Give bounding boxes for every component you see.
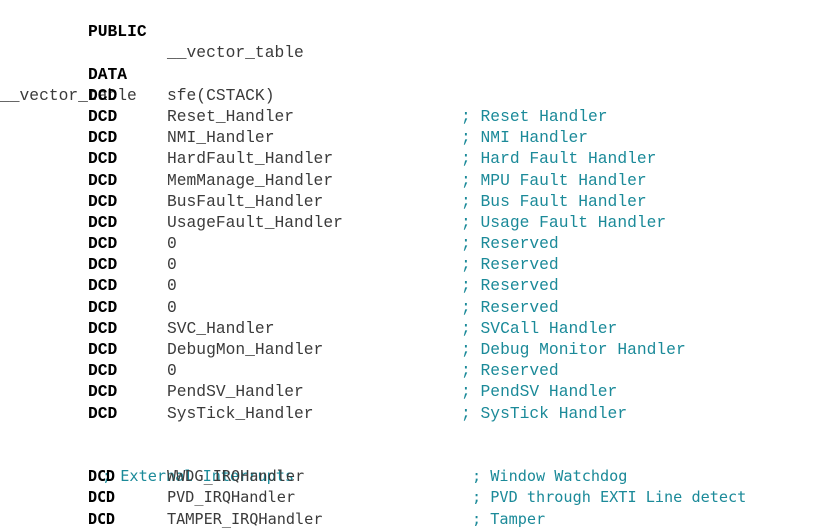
directive-dcd: DCD: [88, 234, 118, 254]
code-line: DCD BusFault_Handler ; Bus Fault Handler: [0, 191, 831, 212]
vector-operand: UsageFault_Handler: [167, 212, 343, 232]
vector-comment: ; Bus Fault Handler: [461, 191, 647, 211]
vector-comment: ; Usage Fault Handler: [461, 212, 667, 232]
directive-dcd: DCD: [88, 106, 118, 126]
code-line: DCD WWDG_IRQHandler ; Window Watchdog: [0, 466, 831, 487]
code-line: DCD PVD_IRQHandler ; PVD through EXTI Line…: [0, 487, 831, 508]
vector-operand: DebugMon_Handler: [167, 340, 324, 359]
vector-operand: BusFault_Handler: [167, 191, 324, 211]
code-line-label: __vector_table: [0, 64, 831, 105]
code-line-public: PUBLIC __vector_table: [0, 0, 831, 62]
vector-comment: ; Debug Monitor Handler: [461, 340, 686, 359]
code-line: DCD PendSV_Handler ; PendSV Handler: [0, 381, 831, 402]
vector-comment: ; SVCall Handler: [461, 318, 618, 338]
directive-dcd: DCD: [88, 276, 118, 296]
vector-operand: SVC_Handler: [167, 318, 275, 338]
vector-comment: ; Reset Handler: [461, 106, 608, 126]
code-line: DCD HardFault_Handler ; Hard Fault Handler: [0, 148, 831, 169]
vector-comment: ; PendSV Handler: [461, 382, 618, 402]
directive-dcd: DCD: [88, 297, 118, 317]
vector-operand: HardFault_Handler: [167, 149, 334, 169]
external-vector-block: DCD WWDG_IRQHandler ; Window Watchdog DCD PV…: [0, 466, 831, 530]
directive-dcd: DCD: [88, 340, 118, 359]
vector-operand: 0: [167, 255, 177, 275]
directive-dcd: DCD: [88, 361, 118, 381]
directive-dcd: DCD: [88, 382, 118, 402]
vector-operand: SysTick_Handler: [167, 403, 314, 423]
code-line: DCD 0 ; Reserved: [0, 360, 831, 381]
vector-operand: Reset_Handler: [167, 106, 295, 126]
directive-public: PUBLIC: [88, 22, 147, 42]
vector-comment: ; Reserved: [461, 361, 559, 381]
vector-comment: ; Window Watchdog: [472, 467, 628, 486]
directive-dcd: DCD: [88, 85, 118, 105]
vector-comment: ; Reserved: [461, 276, 559, 296]
code-line-external-header: ; External Interrupts: [0, 445, 831, 485]
vector-comment: ; PVD through EXTI Line detect: [472, 488, 747, 507]
vector-operand: 0: [167, 361, 177, 381]
vector-comment: ; SysTick Handler: [461, 403, 628, 423]
vector-operand: WWDG_IRQHandler: [167, 467, 305, 486]
code-line: DCD MemManage_Handler ; MPU Fault Handler: [0, 170, 831, 191]
vector-operand: 0: [167, 297, 177, 317]
vector-operand: 0: [167, 276, 177, 296]
directive-dcd: DCD: [88, 255, 118, 275]
code-listing[interactable]: PUBLIC __vector_table DATA __vector_tabl…: [0, 0, 831, 530]
vector-comment: ; NMI Handler: [461, 128, 589, 148]
vector-comment: ; MPU Fault Handler: [461, 170, 647, 190]
directive-dcd: DCD: [88, 149, 118, 169]
directive-dcd: DCD: [88, 318, 118, 338]
code-line: DCD 0 ; Reserved: [0, 275, 831, 296]
code-line: DCD 0 ; Reserved: [0, 297, 831, 318]
directive-dcd: DCD: [88, 488, 115, 507]
code-line: DCD Reset_Handler ; Reset Handler: [0, 106, 831, 127]
directive-dcd: DCD: [88, 128, 118, 148]
vector-comment: ; Hard Fault Handler: [461, 149, 657, 169]
core-vector-block: DCD sfe(CSTACK) DCD Reset_Handler ; Reset Ha…: [0, 85, 831, 424]
code-line: DCD SVC_Handler ; SVCall Handler: [0, 318, 831, 339]
code-line: DCD 0 ; Reserved: [0, 254, 831, 275]
code-line: DCD SysTick_Handler ; SysTick Handler: [0, 403, 831, 424]
directive-dcd: DCD: [88, 212, 118, 232]
vector-operand: PVD_IRQHandler: [167, 488, 296, 507]
vector-comment: ; Reserved: [461, 297, 559, 317]
vector-operand: NMI_Handler: [167, 128, 275, 148]
vector-comment: ; Reserved: [461, 255, 559, 275]
code-line: DCD DebugMon_Handler ; Debug Monitor Handl…: [0, 339, 831, 360]
directive-dcd: DCD: [88, 403, 118, 423]
vector-operand: PendSV_Handler: [167, 382, 304, 402]
code-line: DCD sfe(CSTACK): [0, 85, 831, 106]
vector-operand: 0: [167, 234, 177, 254]
code-line: DCD NMI_Handler ; NMI Handler: [0, 127, 831, 148]
directive-dcd: DCD: [88, 467, 115, 486]
code-line: DCD UsageFault_Handler ; Usage Fault Handl…: [0, 212, 831, 233]
vector-comment: ; Reserved: [461, 234, 559, 254]
code-line-data: DATA: [0, 42, 831, 84]
vector-operand: sfe(CSTACK): [167, 85, 275, 105]
code-line: DCD 0 ; Reserved: [0, 233, 831, 254]
directive-dcd: DCD: [88, 170, 118, 190]
directive-dcd: DCD: [88, 191, 118, 211]
vector-operand: MemManage_Handler: [167, 170, 334, 190]
